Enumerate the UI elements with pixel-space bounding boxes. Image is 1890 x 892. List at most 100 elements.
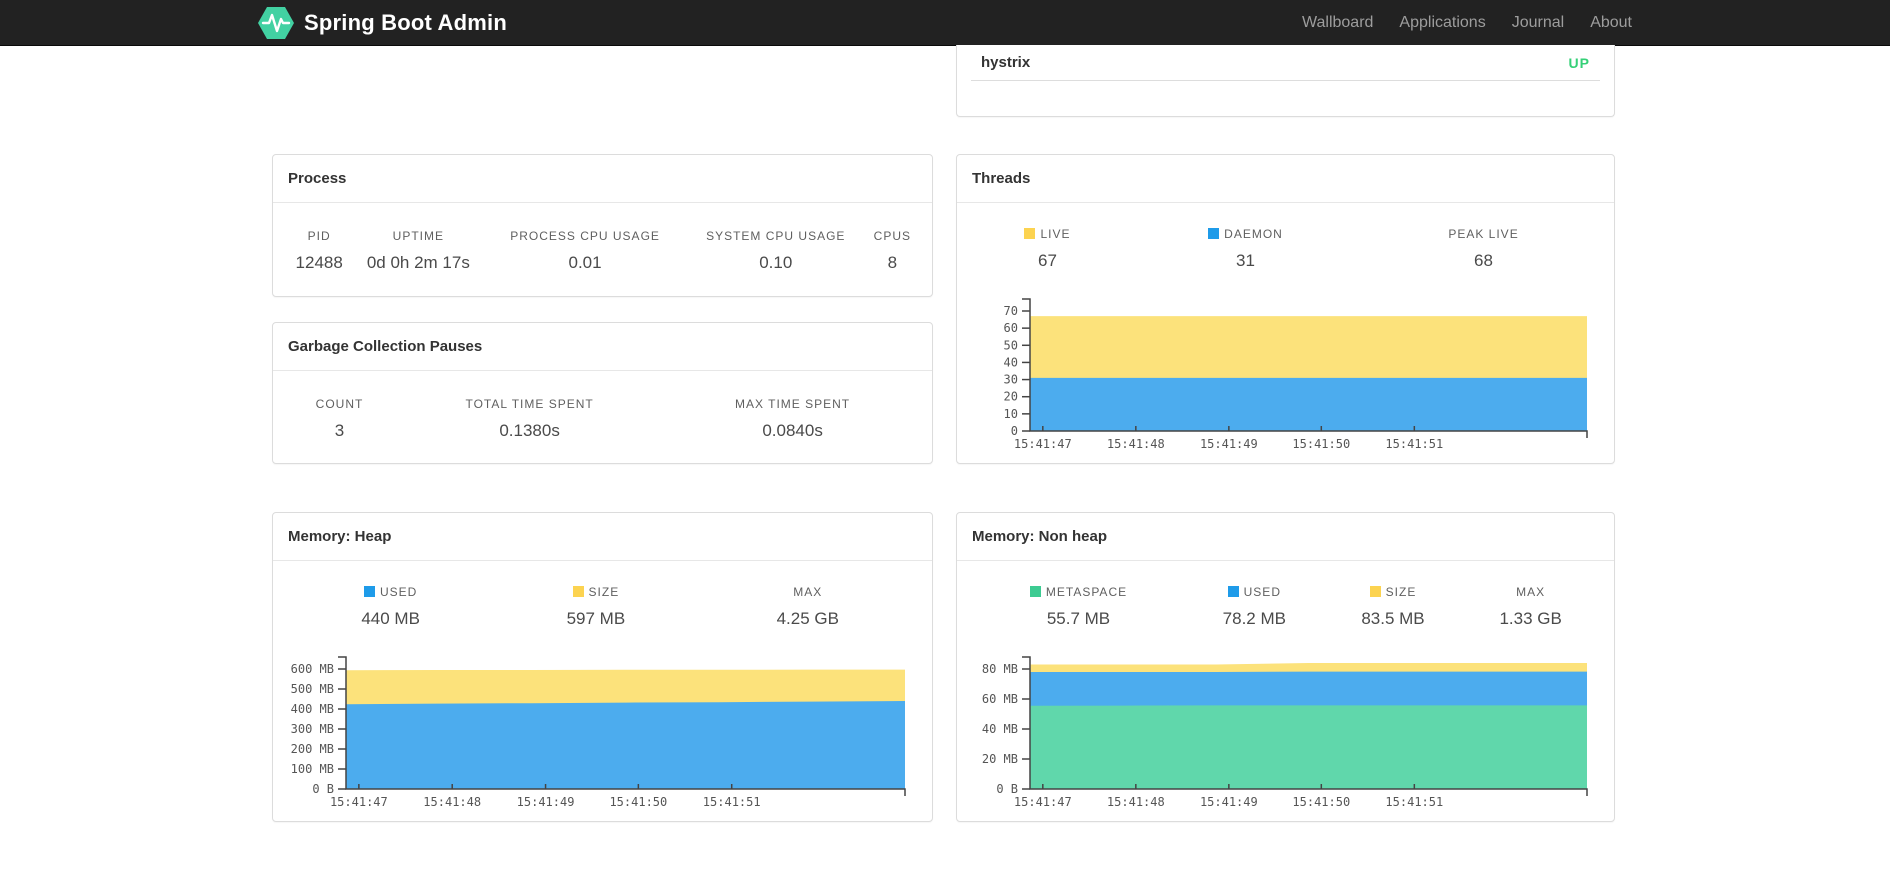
- svg-text:15:41:49: 15:41:49: [1200, 437, 1258, 451]
- memory-nonheap-panel: Memory: Non heap METASPACE USED SIZE MAX 55.…: [956, 512, 1615, 822]
- svg-text:300 MB: 300 MB: [291, 722, 334, 736]
- metric-label: PROCESS CPU USAGE: [510, 229, 660, 243]
- memory-heap-panel: Memory: Heap USED SIZE MAX 440 MB 597 MB 4.25…: [272, 512, 933, 822]
- metric-label: UPTIME: [392, 229, 444, 243]
- svg-text:20: 20: [1004, 390, 1018, 404]
- heap-chart: 0 B 100 MB 200 MB 300 MB 400 MB 500 MB 600 MB 1…: [291, 656, 906, 809]
- svg-text:15:41:50: 15:41:50: [609, 795, 667, 809]
- process-panel: Process PID UPTIME PROCESS CPU USAGE SYSTEM…: [272, 154, 933, 297]
- application-name[interactable]: hystrix: [981, 54, 1030, 71]
- svg-text:200 MB: 200 MB: [291, 742, 334, 756]
- process-metrics: PID UPTIME PROCESS CPU USAGE SYSTEM CPU USA…: [288, 229, 917, 273]
- metric-label: SIZE: [1324, 585, 1463, 609]
- legend-swatch: [1029, 586, 1041, 597]
- brand-logo-icon: [258, 6, 294, 40]
- metric-value: 1.33 GB: [1499, 609, 1562, 628]
- svg-text:15:41:50: 15:41:50: [1292, 795, 1350, 809]
- svg-text:500 MB: 500 MB: [291, 682, 334, 696]
- svg-text:30: 30: [1004, 373, 1018, 387]
- metric-value: 0.1380s: [499, 421, 560, 440]
- metric-value: 55.7 MB: [1046, 609, 1111, 628]
- nonheap-panel-body: METASPACE USED SIZE MAX 55.7 MB 78.2 MB 83.5 M…: [957, 585, 1614, 819]
- application-row[interactable]: hystrix UP: [971, 45, 1600, 81]
- metric-value: 68: [1474, 251, 1493, 270]
- panel-title: Memory: Heap: [273, 513, 932, 561]
- metric-value: 3: [334, 421, 345, 440]
- svg-text:15:41:51: 15:41:51: [703, 795, 761, 809]
- legend-swatch: [363, 586, 375, 597]
- application-status-panel: hystrix UP: [956, 45, 1615, 117]
- metric-value: 440 MB: [361, 609, 420, 628]
- metric-label: SIZE: [493, 585, 698, 609]
- metric-label: COUNT: [315, 397, 364, 411]
- svg-text:15:41:51: 15:41:51: [1385, 795, 1443, 809]
- metric-label: PEAK LIVE: [1448, 227, 1519, 241]
- metric-label: MAX: [1516, 585, 1546, 599]
- svg-text:15:41:47: 15:41:47: [1014, 795, 1072, 809]
- metric-value: 12488: [295, 253, 343, 272]
- navbar-container: Spring Boot Admin Wallboard Applications J…: [258, 0, 1632, 45]
- legend-swatch: [1024, 228, 1036, 239]
- brand-title: Spring Boot Admin: [304, 9, 508, 35]
- metric-label: DAEMON: [1123, 227, 1368, 251]
- svg-text:40 MB: 40 MB: [982, 722, 1018, 736]
- metric-value: 597 MB: [566, 609, 626, 628]
- nav-item-journal[interactable]: Journal: [1499, 0, 1577, 45]
- svg-text:50: 50: [1004, 338, 1018, 352]
- svg-text:100 MB: 100 MB: [291, 762, 334, 776]
- panel-title: Memory: Non heap: [957, 513, 1614, 561]
- svg-text:60 MB: 60 MB: [982, 692, 1018, 706]
- metric-value: 0d 0h 2m 17s: [366, 253, 470, 272]
- svg-text:15:41:51: 15:41:51: [1385, 437, 1443, 451]
- metric-label: SYSTEM CPU USAGE: [706, 229, 846, 243]
- heap-legend: USED SIZE MAX 440 MB 597 MB 4.25 GB: [288, 585, 917, 629]
- metric-label: MAX TIME SPENT: [735, 397, 851, 411]
- panel-title: Threads: [957, 155, 1614, 203]
- svg-text:15:41:47: 15:41:47: [1014, 437, 1072, 451]
- svg-text:0: 0: [1011, 424, 1018, 438]
- metric-label: MAX: [793, 585, 823, 599]
- nav-item-about[interactable]: About: [1577, 0, 1632, 45]
- metric-value: 0.0840s: [762, 421, 823, 440]
- threads-panel-body: LIVE DAEMON PEAK LIVE 67 31 68 0 10 20 30 40 50 60 7…: [957, 227, 1614, 461]
- nav-item-wallboard[interactable]: Wallboard: [1289, 0, 1386, 45]
- metric-value: 4.25 GB: [776, 609, 839, 628]
- svg-text:15:41:48: 15:41:48: [1107, 795, 1165, 809]
- metric-value: 83.5 MB: [1361, 609, 1425, 628]
- metric-value: 0.10: [759, 253, 793, 272]
- metric-value: 0.01: [568, 253, 602, 272]
- status-badge: UP: [1568, 54, 1590, 71]
- metric-label: METASPACE: [972, 585, 1185, 609]
- metric-label: USED: [1185, 585, 1324, 609]
- svg-text:15:41:50: 15:41:50: [1292, 437, 1350, 451]
- svg-text:40: 40: [1004, 355, 1018, 369]
- gc-metrics: COUNT TOTAL TIME SPENT MAX TIME SPENT 3 0.13…: [288, 397, 917, 441]
- gc-panel: Garbage Collection Pauses COUNT TOTAL TIM…: [272, 322, 933, 464]
- process-panel-body: PID UPTIME PROCESS CPU USAGE SYSTEM CPU USA…: [273, 229, 932, 273]
- svg-text:80 MB: 80 MB: [982, 662, 1018, 676]
- heap-panel-body: USED SIZE MAX 440 MB 597 MB 4.25 GB 0 B 100 MB…: [273, 585, 932, 819]
- svg-text:15:41:48: 15:41:48: [423, 795, 481, 809]
- metric-value: 78.2 MB: [1222, 609, 1286, 628]
- metric-label: PID: [307, 229, 331, 243]
- svg-text:20 MB: 20 MB: [982, 752, 1018, 766]
- nonheap-legend: METASPACE USED SIZE MAX 55.7 MB 78.2 MB 83.5 M…: [972, 585, 1599, 629]
- navbar: Spring Boot Admin Wallboard Applications J…: [0, 0, 1890, 46]
- metric-label: LIVE: [972, 227, 1123, 251]
- svg-text:600 MB: 600 MB: [291, 662, 334, 676]
- svg-text:15:41:47: 15:41:47: [330, 795, 388, 809]
- panel-title: Garbage Collection Pauses: [273, 323, 932, 371]
- gc-panel-body: COUNT TOTAL TIME SPENT MAX TIME SPENT 3 0.13…: [273, 397, 932, 441]
- nav-item-applications[interactable]: Applications: [1386, 0, 1498, 45]
- panel-title: Process: [273, 155, 932, 203]
- threads-legend: LIVE DAEMON PEAK LIVE 67 31 68: [972, 227, 1599, 271]
- threads-panel: Threads LIVE DAEMON PEAK LIVE 67 31 68 0 10 20 3…: [956, 154, 1615, 464]
- svg-text:15:41:48: 15:41:48: [1107, 437, 1165, 451]
- svg-text:15:41:49: 15:41:49: [1200, 795, 1258, 809]
- legend-swatch: [1208, 228, 1220, 239]
- svg-text:0 B: 0 B: [312, 782, 334, 796]
- brand-link[interactable]: Spring Boot Admin: [258, 6, 507, 40]
- svg-text:0 B: 0 B: [996, 782, 1018, 796]
- legend-swatch: [572, 586, 584, 597]
- metric-label: CPUS: [873, 229, 912, 243]
